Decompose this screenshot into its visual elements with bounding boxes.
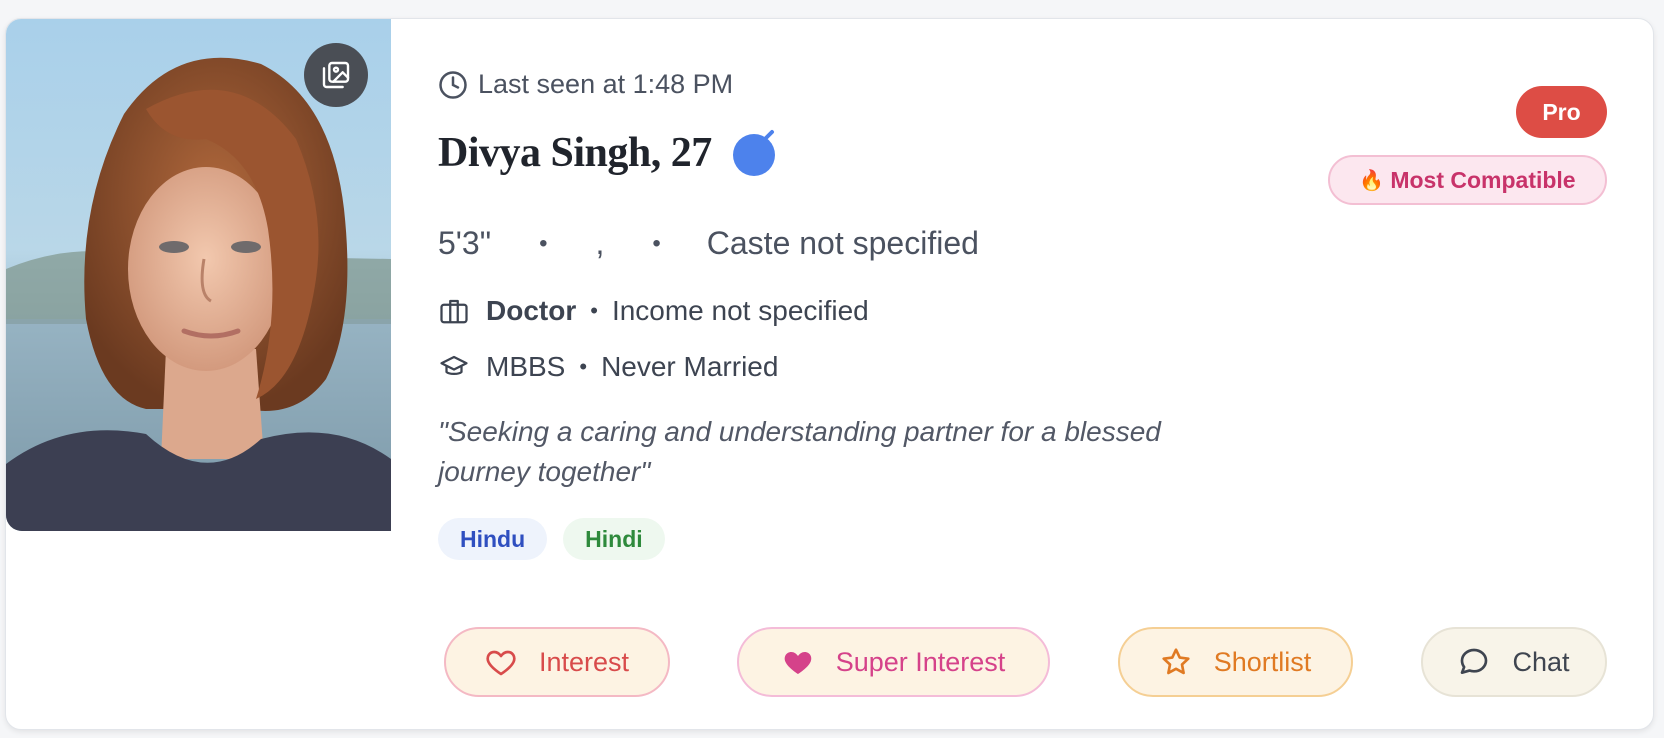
- super-interest-label: Super Interest: [835, 646, 1006, 677]
- tag-language: Hindi: [563, 518, 665, 560]
- profile-tagline: "Seeking a caring and understanding part…: [438, 416, 1161, 487]
- education-row: MBBS • Never Married: [438, 351, 778, 383]
- education: MBBS: [486, 351, 566, 382]
- profession: Doctor: [486, 295, 577, 326]
- verified-icon: [732, 129, 778, 177]
- caste: Caste not specified: [706, 225, 979, 261]
- interest-button[interactable]: Interest: [444, 627, 670, 697]
- shortlist-label: Shortlist: [1213, 646, 1312, 677]
- heart-filled-icon: [784, 652, 811, 674]
- profile-photo[interactable]: [6, 19, 391, 531]
- separator: •: [579, 354, 588, 379]
- interest-label: Interest: [538, 646, 630, 677]
- separator: •: [590, 298, 598, 323]
- profession-row: Doctor • Income not specified: [438, 295, 869, 327]
- gallery-button[interactable]: [304, 43, 368, 107]
- most-compatible-badge: 🔥 Most Compatible: [1328, 155, 1607, 205]
- last-seen-text: Last seen at 1:48 PM: [478, 69, 734, 99]
- chat-label: Chat: [1512, 646, 1570, 677]
- separator: •: [652, 229, 661, 257]
- clock-icon: [439, 70, 467, 99]
- chat-button[interactable]: Chat: [1421, 627, 1607, 697]
- separator: •: [539, 229, 548, 257]
- fire-icon: 🔥: [1359, 169, 1385, 192]
- name-row: Divya Singh, 27: [438, 129, 778, 177]
- star-outline-icon: [1162, 648, 1190, 675]
- pro-badge: Pro: [1516, 86, 1607, 138]
- briefcase-icon: [438, 295, 470, 327]
- graduation-cap-icon: [438, 351, 470, 383]
- shortlist-button[interactable]: Shortlist: [1118, 627, 1353, 697]
- super-interest-button[interactable]: Super Interest: [737, 627, 1050, 697]
- height: 5'3": [438, 225, 492, 261]
- profile-name: Divya Singh, 27: [438, 130, 712, 176]
- heart-outline-icon: [486, 650, 516, 676]
- most-compatible-label: Most Compatible: [1390, 166, 1576, 193]
- tag-list: Hindu Hindi: [438, 518, 665, 560]
- last-seen: Last seen at 1:48 PM: [438, 69, 733, 100]
- tag-religion: Hindu: [438, 518, 548, 560]
- marital-status: Never Married: [601, 351, 779, 382]
- gallery-icon: [322, 61, 350, 89]
- location: ,: [595, 225, 605, 261]
- profile-card[interactable]: Last seen at 1:48 PM Divya Singh, 27 5'3…: [5, 18, 1654, 730]
- profile-info: Last seen at 1:48 PM Divya Singh, 27 5'3…: [438, 19, 1653, 729]
- chat-bubble-icon: [1461, 648, 1488, 674]
- basic-details: 5'3" • , • Caste not specified: [438, 225, 979, 262]
- income: Income not specified: [611, 295, 869, 326]
